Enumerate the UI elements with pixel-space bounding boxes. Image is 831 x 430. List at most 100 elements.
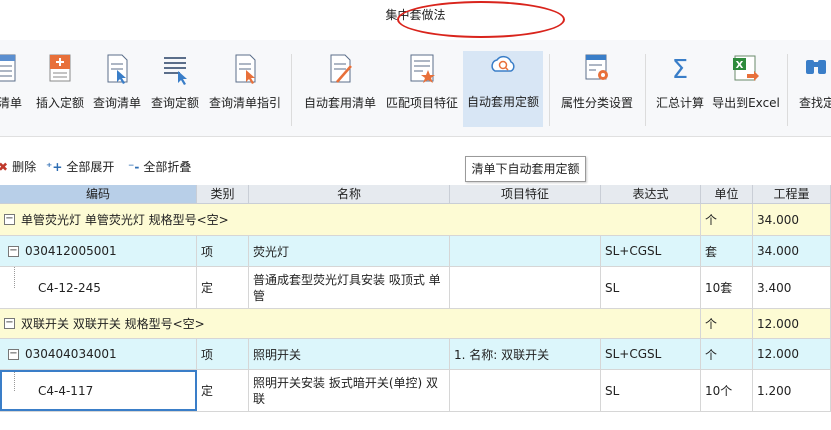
query-list-icon xyxy=(107,54,128,84)
collapse-toggle-icon[interactable]: − xyxy=(8,245,19,257)
collapse-all-label: 全部折叠 xyxy=(143,160,192,174)
collapse-all-button[interactable]: ⁻- 全部折叠 xyxy=(128,153,191,181)
auto-apply-list-label: 自动套用清单 xyxy=(303,96,376,110)
code-cell: C4-12-245 xyxy=(0,267,197,308)
table-row[interactable]: − 双联开关 双联开关 规格型号<空> 个 12.000 xyxy=(0,309,831,339)
find-quota-label: 查找定 xyxy=(798,96,831,110)
match-feature-label: 匹配项目特征 xyxy=(385,96,458,110)
delete-label: 删除 xyxy=(12,160,37,174)
auto-apply-quota-label: 自动套用定额 xyxy=(466,95,539,109)
unit-cell: 10个 xyxy=(701,370,753,411)
expression-cell: SL xyxy=(601,370,701,411)
delete-button[interactable]: ✖ 删除 xyxy=(0,153,36,181)
code-cell[interactable]: C4-4-117 xyxy=(0,370,197,411)
delete-icon: ✖ xyxy=(0,160,9,174)
name-cell: 照明开关 xyxy=(249,339,450,369)
insert-quota-button[interactable]: 插入定额 xyxy=(32,52,88,132)
expression-cell: SL+CGSL xyxy=(601,339,701,369)
unit-cell: 个 xyxy=(701,309,753,338)
code-text: 030412005001 xyxy=(25,244,117,258)
tooltip: 清单下自动套用定额 xyxy=(465,156,586,182)
excel-export-icon: X xyxy=(733,55,759,81)
feature-cell xyxy=(450,370,601,411)
auto-apply-quota-icon xyxy=(491,56,515,72)
query-quota-icon xyxy=(164,57,187,85)
quantity-cell: 12.000 xyxy=(753,309,831,338)
export-excel-label: 导出到Excel xyxy=(712,96,780,110)
insert-quota-icon xyxy=(49,54,71,82)
insert-quota-label: 插入定额 xyxy=(35,96,84,110)
title-bar: 集中套做法 xyxy=(0,0,831,40)
svg-text:X: X xyxy=(736,60,744,71)
unit-cell: 套 xyxy=(701,236,753,266)
name-cell: 荧光灯 xyxy=(249,236,450,266)
column-header-feature[interactable]: 项目特征 xyxy=(450,185,601,204)
table-row[interactable]: −030404034001 项 照明开关 1. 名称: 双联开关 SL+CGSL… xyxy=(0,339,831,370)
group-title: 单管荧光灯 单管荧光灯 规格型号<空> xyxy=(21,213,229,227)
group-title-cell: − 单管荧光灯 单管荧光灯 规格型号<空> xyxy=(0,204,701,235)
column-header-category[interactable]: 类别 xyxy=(197,185,249,204)
table-row[interactable]: C4-4-117 定 照明开关安装 扳式暗开关(单控) 双联 SL 10个 1.… xyxy=(0,370,831,412)
query-list-label: 查询清单 xyxy=(92,96,141,110)
feature-cell xyxy=(450,236,601,266)
auto-apply-list-button[interactable]: 自动套用清单 xyxy=(300,52,380,132)
expand-icon: ⁺+ xyxy=(46,160,63,174)
collapse-toggle-icon[interactable]: − xyxy=(8,348,19,360)
query-guide-icon xyxy=(235,54,256,84)
ribbon-separator xyxy=(645,54,646,126)
code-text: 030404034001 xyxy=(25,347,117,361)
quantity-cell: 12.000 xyxy=(753,339,831,369)
unit-cell: 10套 xyxy=(701,267,753,308)
list-button[interactable]: 清单 xyxy=(0,52,30,132)
ribbon-toolbar: 清单 插入定额 查询清单 查询定额 查询清单指引 自动套用清单 匹配项目特征 自… xyxy=(0,40,831,137)
category-cell: 定 xyxy=(197,267,249,308)
svg-text:Σ: Σ xyxy=(672,55,688,85)
feature-cell xyxy=(450,267,601,308)
code-cell: −030404034001 xyxy=(0,339,197,369)
category-cell: 定 xyxy=(197,370,249,411)
quantity-cell: 3.400 xyxy=(753,267,831,308)
highlight-ellipse xyxy=(397,1,565,38)
match-feature-icon xyxy=(410,54,435,83)
column-header-unit[interactable]: 单位 xyxy=(701,185,753,204)
query-quota-label: 查询定额 xyxy=(150,96,199,110)
table-row[interactable]: C4-12-245 定 普通成套型荧光灯具安装 吸顶式 单管 SL 10套 3.… xyxy=(0,267,831,309)
column-header-code[interactable]: 编码 xyxy=(0,185,197,204)
expand-all-label: 全部展开 xyxy=(66,160,115,174)
sum-calc-label: 汇总计算 xyxy=(655,96,704,110)
find-quota-button[interactable]: 查找定 xyxy=(794,52,831,132)
attribute-settings-icon xyxy=(585,54,608,80)
table-row[interactable]: −030412005001 项 荧光灯 SL+CGSL 套 34.000 xyxy=(0,236,831,267)
group-title: 双联开关 双联开关 规格型号<空> xyxy=(21,317,205,331)
query-quota-button[interactable]: 查询定额 xyxy=(148,52,202,132)
attribute-settings-button[interactable]: 属性分类设置 xyxy=(556,52,638,132)
quantity-cell: 1.200 xyxy=(753,370,831,411)
name-cell: 普通成套型荧光灯具安装 吸顶式 单管 xyxy=(249,267,450,308)
quantity-cell: 34.000 xyxy=(753,204,831,235)
auto-apply-list-icon xyxy=(330,54,352,83)
unit-cell: 个 xyxy=(701,339,753,369)
category-cell: 项 xyxy=(197,236,249,266)
quantity-cell: 34.000 xyxy=(753,236,831,266)
collapse-toggle-icon[interactable]: − xyxy=(4,318,15,329)
collapse-toggle-icon[interactable]: − xyxy=(4,214,15,225)
expression-cell: SL xyxy=(601,267,701,308)
code-cell: −030412005001 xyxy=(0,236,197,266)
column-header-quantity[interactable]: 工程量 xyxy=(753,185,831,204)
table-row[interactable]: − 单管荧光灯 单管荧光灯 规格型号<空> 个 34.000 xyxy=(0,204,831,236)
secondary-toolbar: ✖ 删除 ⁺+ 全部展开 ⁻- 全部折叠 xyxy=(0,153,831,181)
sum-calc-button[interactable]: Σ 汇总计算 xyxy=(652,52,708,132)
query-list-button[interactable]: 查询清单 xyxy=(90,52,144,132)
column-header-name[interactable]: 名称 xyxy=(249,185,450,204)
list-icon xyxy=(0,54,16,82)
match-feature-button[interactable]: 匹配项目特征 xyxy=(382,52,462,132)
column-header-expression[interactable]: 表达式 xyxy=(601,185,701,204)
export-excel-button[interactable]: X 导出到Excel xyxy=(710,52,782,132)
query-guide-label: 查询清单指引 xyxy=(208,96,281,110)
find-icon xyxy=(806,60,826,74)
unit-cell: 个 xyxy=(701,204,753,235)
auto-apply-quota-button[interactable]: 自动套用定额 xyxy=(463,51,543,127)
ribbon-separator xyxy=(549,54,550,126)
query-guide-button[interactable]: 查询清单指引 xyxy=(206,52,284,132)
expand-all-button[interactable]: ⁺+ 全部展开 xyxy=(46,153,114,181)
